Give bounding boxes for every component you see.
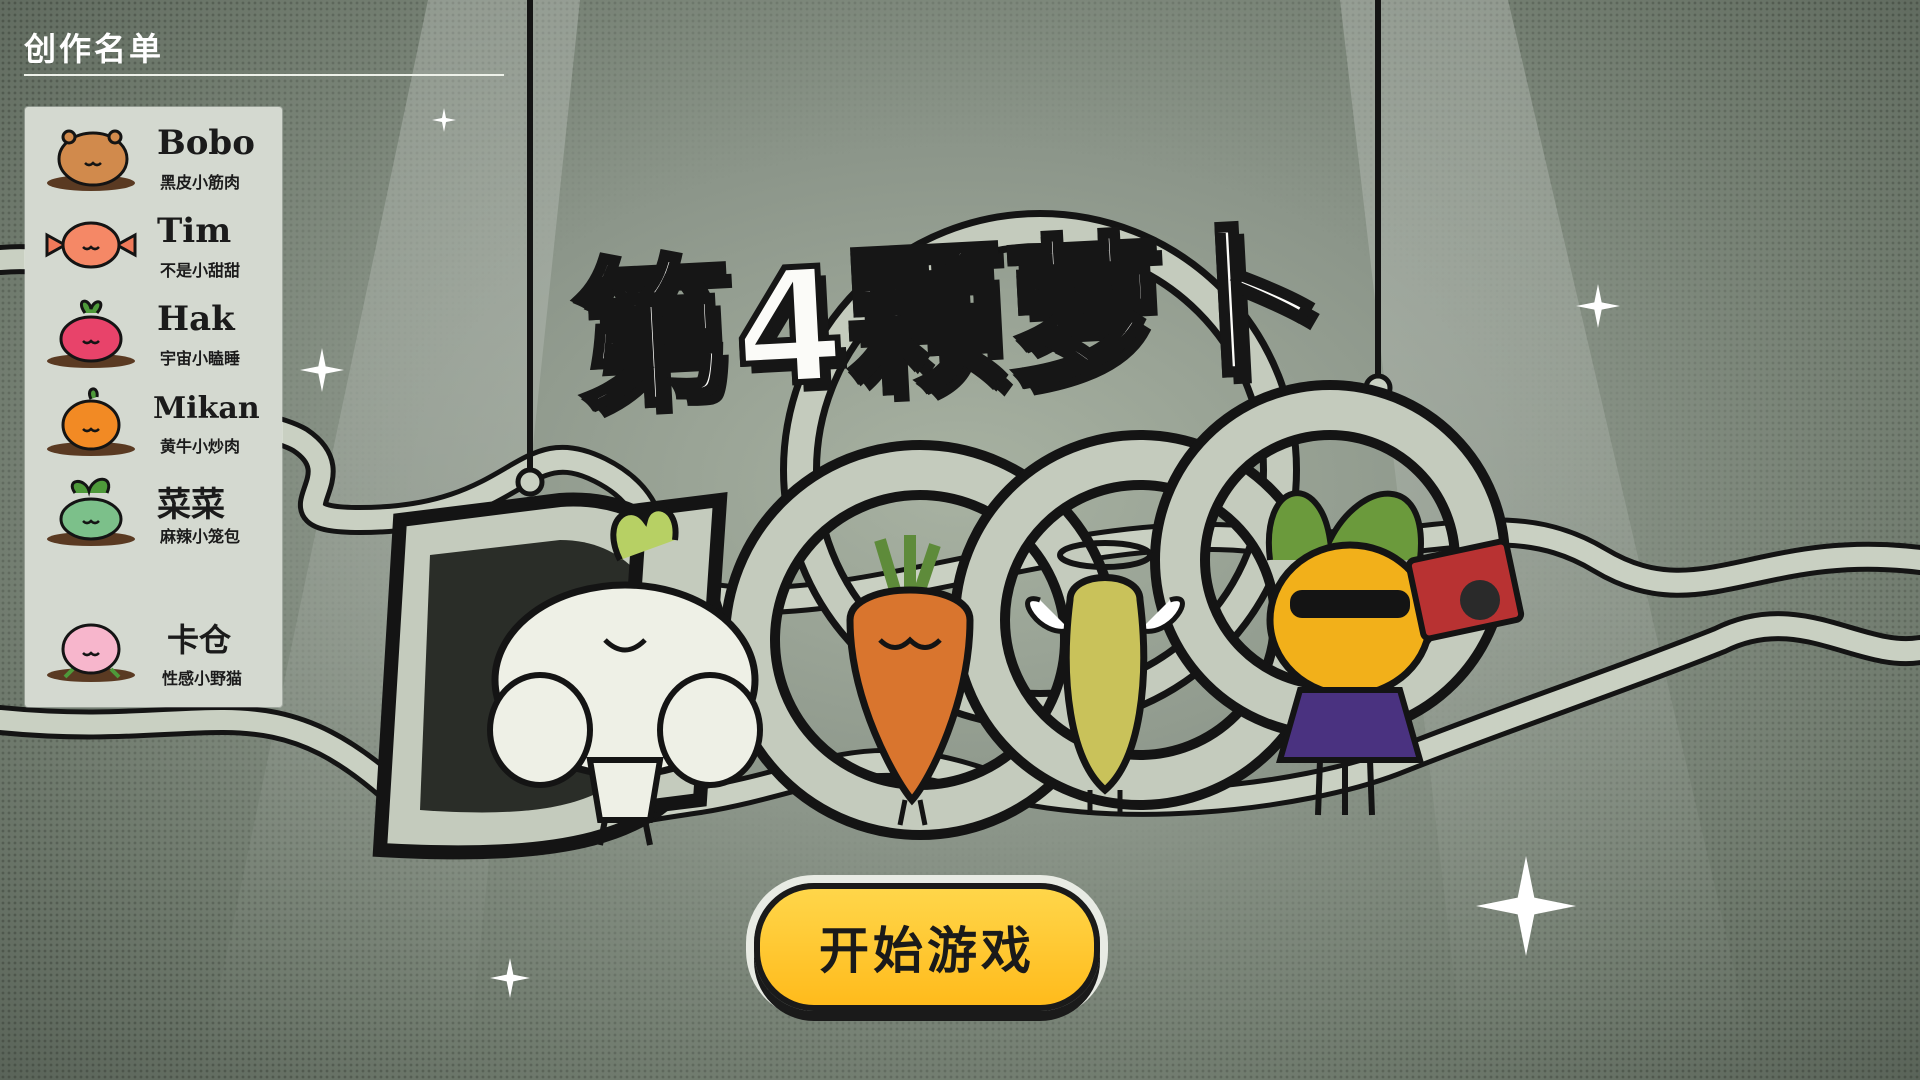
credits-divider [24,74,504,76]
credit-item-hak: Hak 宇宙小瞌睡 [25,289,282,379]
credit-item-kacang: 卡仓 性感小野猫 [25,613,282,705]
game-title: 第4颗萝卜 [567,205,1334,434]
credit-desc: 黄牛小炒肉 [160,437,241,456]
vegetable-icon [47,477,135,546]
credit-desc: 麻辣小笼包 [160,527,241,546]
radish-icon [47,299,135,368]
credit-item-caicai: 菜菜 麻辣小笼包 [25,467,282,557]
sparkle-icon [490,958,530,998]
credits-title: 创作名单 [24,30,165,68]
credit-name: Bobo [157,123,255,163]
orange-icon [47,387,135,456]
sparkle-icon [300,348,344,392]
candy-icon [45,221,137,269]
credit-name: Tim [157,211,232,251]
credit-name: Hak [157,299,235,339]
credit-desc: 宇宙小瞌睡 [160,349,241,368]
sparkle-icon [1576,284,1620,328]
credits-panel: Bobo 黑皮小筋肉 Tim 不是小甜甜 Hak 宇宙小瞌睡 Mikan 黄牛小 [25,107,282,707]
sparkle-icon [432,108,456,132]
start-game-button[interactable]: 开始游戏 [754,883,1100,1011]
hook-left [515,467,545,497]
credit-item-bobo: Bobo 黑皮小筋肉 [25,113,282,203]
credit-item-mikan: Mikan 黄牛小炒肉 [25,377,282,467]
peach-icon [47,623,135,682]
credit-name: Mikan [153,391,260,426]
credit-desc: 黑皮小筋肉 [160,173,241,192]
credit-desc: 不是小甜甜 [160,261,241,280]
sparkle-icon [1476,856,1576,956]
credit-item-tim: Tim 不是小甜甜 [25,201,282,291]
credit-desc: 性感小野猫 [162,669,243,688]
credit-name: 菜菜 [157,485,225,525]
credit-name: 卡仓 [167,621,232,659]
capybara-icon [47,129,135,191]
